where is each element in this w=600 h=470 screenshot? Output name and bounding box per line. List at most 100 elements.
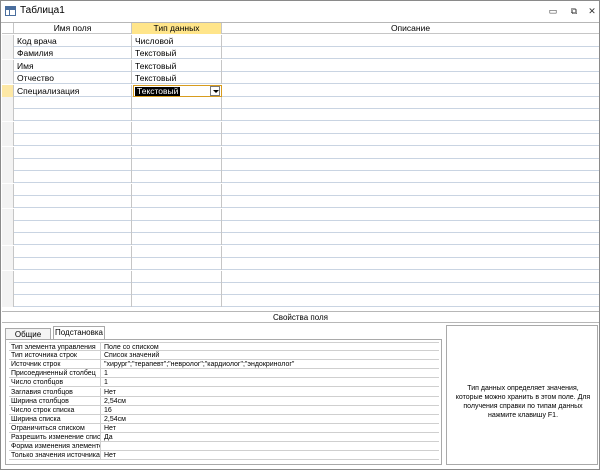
data-type-cell[interactable] [132,258,222,271]
field-name-cell[interactable]: Отчество [14,72,132,85]
data-type-cell[interactable] [132,221,222,233]
property-row[interactable]: Ширина списка 2,54см [9,414,439,424]
row-selector[interactable] [2,159,14,171]
row-selector[interactable] [2,221,14,233]
description-cell[interactable] [222,171,599,183]
property-row[interactable]: Присоединенный столбец 1 [9,369,439,379]
description-cell[interactable] [222,35,599,47]
field-name-cell[interactable] [14,196,132,209]
property-value[interactable]: 1 [102,369,439,378]
property-row[interactable]: Число столбцов 1 [9,378,439,388]
field-name-cell[interactable] [14,283,132,295]
field-name-cell[interactable]: Фамилия [14,47,132,60]
property-value[interactable]: Нет [102,451,439,460]
property-row[interactable]: Форма изменения элементов списка [9,442,439,452]
row-selector[interactable] [2,283,14,295]
property-row[interactable]: Число строк списка 16 [9,405,439,415]
row-selector[interactable] [2,134,14,147]
description-cell[interactable] [222,295,599,307]
data-type-cell[interactable] [132,270,222,283]
description-cell[interactable] [222,147,599,159]
property-row[interactable]: Тип элемента управления Поле со списком [9,342,439,352]
field-name-cell[interactable]: Специализация [14,84,132,97]
field-row[interactable] [2,208,599,221]
row-selector[interactable] [2,121,14,134]
column-header-data-type[interactable]: Тип данных [132,23,222,34]
property-value[interactable]: Нет [102,388,439,397]
data-type-cell[interactable]: Числовой [132,35,222,47]
field-name-cell[interactable] [14,109,132,122]
field-row[interactable]: Отчество Текстовый [2,72,599,85]
field-name-cell[interactable] [14,233,132,246]
property-row[interactable]: Ширина столбцов 2,54см [9,396,439,406]
description-cell[interactable] [222,196,599,208]
field-row[interactable] [2,134,599,147]
description-cell[interactable] [222,258,599,270]
property-row[interactable]: Разрешить изменение списка Да [9,433,439,442]
field-name-cell[interactable] [14,258,132,271]
field-name-cell[interactable] [14,171,132,184]
minimize-button[interactable]: ▭ [546,5,560,18]
data-type-cell[interactable] [132,134,222,147]
field-name-cell[interactable]: Код врача [14,35,132,47]
tab-general[interactable]: Общие [5,328,51,339]
data-type-cell[interactable] [132,183,222,196]
field-row[interactable] [2,295,599,308]
data-type-cell[interactable] [132,121,222,134]
row-selector[interactable] [2,97,14,109]
field-name-cell[interactable] [14,245,132,258]
description-cell[interactable] [222,209,599,221]
description-cell[interactable] [222,184,599,196]
row-selector[interactable] [2,196,14,209]
field-row[interactable] [2,159,599,171]
field-name-cell[interactable] [14,97,132,109]
description-cell[interactable] [222,97,599,109]
field-name-cell[interactable] [14,295,132,308]
field-row[interactable] [2,196,599,209]
field-row[interactable] [2,171,599,184]
field-row[interactable] [2,283,599,295]
data-type-cell[interactable] [132,295,222,308]
description-cell[interactable] [222,122,599,134]
row-selector[interactable] [2,109,14,122]
description-cell[interactable] [222,85,599,97]
data-type-cell[interactable] [132,159,222,171]
property-value[interactable]: 1 [102,378,439,387]
field-row[interactable] [2,183,599,196]
data-type-cell[interactable] [132,196,222,209]
restore-button[interactable]: ⧉ [567,5,581,18]
row-selector[interactable] [2,233,14,246]
data-type-cell[interactable] [132,146,222,159]
field-row[interactable] [2,97,599,109]
property-value[interactable]: Нет [102,424,439,433]
field-row[interactable]: Фамилия Текстовый [2,47,599,60]
field-name-cell[interactable]: Имя [14,59,132,72]
field-name-cell[interactable] [14,270,132,283]
field-name-cell[interactable] [14,208,132,221]
row-selector[interactable] [2,258,14,271]
description-cell[interactable] [222,246,599,258]
field-row[interactable] [2,270,599,283]
field-row[interactable] [2,109,599,122]
data-type-cell[interactable]: Текстовый [132,59,222,72]
description-cell[interactable] [222,109,599,121]
row-selector[interactable] [2,47,14,60]
field-name-cell[interactable] [14,159,132,171]
field-row[interactable] [2,245,599,258]
data-type-cell[interactable] [132,245,222,258]
tab-lookup[interactable]: Подстановка [53,326,105,339]
field-row[interactable] [2,258,599,271]
property-value[interactable]: 16 [102,406,439,415]
field-row[interactable]: Специализация [2,84,599,97]
data-type-combobox[interactable]: Текстовый [133,84,222,97]
property-row[interactable]: Заглавия столбцов Нет [9,387,439,397]
data-type-cell[interactable] [132,283,222,295]
column-header-field-name[interactable]: Имя поля [14,23,132,34]
field-row[interactable] [2,121,599,134]
description-cell[interactable] [222,159,599,171]
property-value[interactable]: Да [102,433,439,442]
field-row[interactable] [2,233,599,246]
row-selector[interactable] [2,59,14,72]
select-all-cell[interactable] [2,23,14,34]
property-value[interactable]: 2,54см [102,397,439,406]
